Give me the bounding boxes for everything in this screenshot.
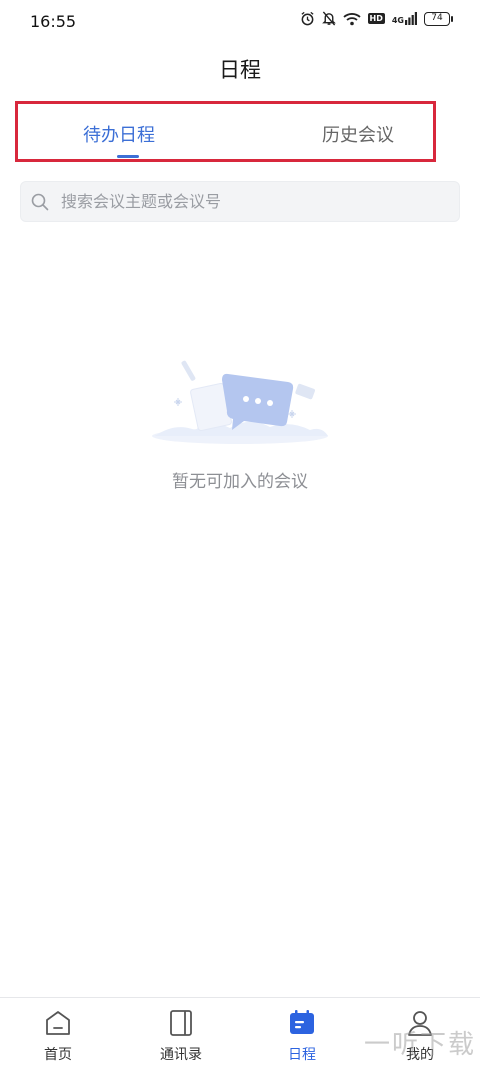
calendar-icon — [290, 1010, 314, 1034]
mute-icon — [321, 11, 336, 26]
search-icon — [31, 193, 49, 211]
nav-label-contacts: 通讯录 — [160, 1047, 202, 1063]
nav-item-schedule[interactable]: 日程 — [262, 1008, 342, 1064]
alarm-icon — [300, 11, 314, 26]
empty-meetings-illustration — [152, 360, 328, 444]
status-time: 16:55 — [30, 12, 77, 31]
tab-meeting-history[interactable]: 历史会议 — [322, 121, 394, 147]
nav-item-contacts[interactable]: 通讯录 — [141, 1008, 221, 1064]
page-title: 日程 — [219, 58, 261, 82]
nav-item-home[interactable]: 首页 — [18, 1008, 98, 1064]
status-icons: HD 4G 74 — [300, 11, 453, 26]
search-bar[interactable] — [20, 181, 460, 222]
search-input[interactable] — [61, 182, 441, 221]
contacts-icon — [170, 1010, 192, 1036]
tab-bar: 待办日程 历史会议 — [15, 101, 436, 162]
wifi-icon — [342, 12, 361, 25]
nav-label-home: 首页 — [44, 1047, 72, 1063]
home-icon — [46, 1011, 70, 1035]
hd-icon: HD — [367, 13, 385, 24]
empty-state-text: 暂无可加入的会议 — [172, 472, 308, 492]
battery-icon: 74 — [424, 11, 453, 26]
active-tab-indicator — [117, 155, 139, 158]
tab-pending-schedule[interactable]: 待办日程 — [83, 121, 155, 147]
status-bar: 16:55 HD 4G 74 — [0, 0, 480, 42]
network-label: 4G — [391, 16, 404, 25]
nav-label-schedule: 日程 — [288, 1047, 316, 1063]
signal-icon: 4G — [392, 12, 417, 25]
watermark: 一听下载 — [363, 1030, 476, 1060]
